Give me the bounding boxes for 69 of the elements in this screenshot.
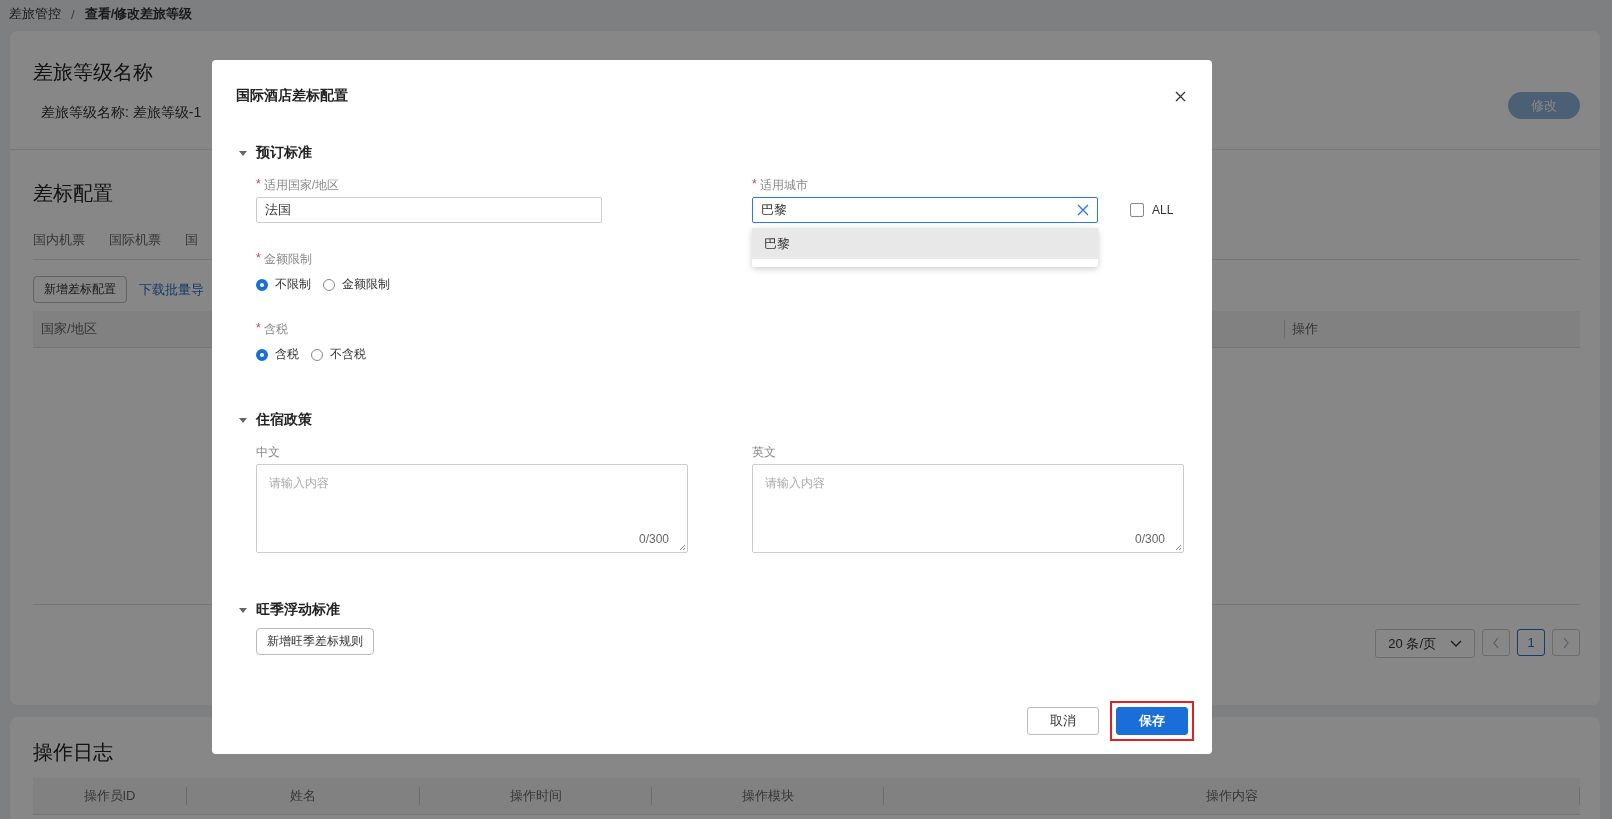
section-title: 差旅等级名称 <box>33 60 153 85</box>
required-mark: * <box>256 251 261 267</box>
radio-button[interactable] <box>256 278 268 291</box>
checkbox-label: ALL <box>1152 203 1174 217</box>
section-heading: 旺季浮动标准 <box>256 601 340 619</box>
import-link[interactable]: 下载批量导 <box>139 280 204 299</box>
field-label: 适用国家/地区 <box>263 177 339 194</box>
radio-button[interactable] <box>311 348 323 361</box>
city-field[interactable]: 巴黎 <box>752 197 1098 223</box>
dropdown-option[interactable]: 巴黎 <box>752 228 1098 259</box>
add-rule-button[interactable]: 新增旺季差标规则 <box>256 628 374 655</box>
field-label: 金额限制 <box>263 251 312 268</box>
required-mark: * <box>256 321 261 337</box>
column-header: 操作员ID <box>33 787 187 805</box>
resize-grip-icon[interactable] <box>679 544 686 551</box>
placeholder-text: 请输入内容 <box>269 476 329 490</box>
breadcrumb-item: 查看/修改差旅等级 <box>84 5 193 23</box>
page-button[interactable]: 1 <box>1517 629 1545 656</box>
country-field[interactable]: 法国 <box>256 197 602 223</box>
required-mark: * <box>752 177 757 193</box>
char-counter: 0/300 <box>638 532 669 546</box>
field-label: 英文 <box>752 444 776 461</box>
dialog-title: 国际酒店差标配置 <box>236 87 348 105</box>
section-title: 差标配置 <box>33 181 113 206</box>
column-header: 姓名 <box>187 787 420 805</box>
resize-grip-icon[interactable] <box>1175 544 1182 551</box>
column-header: 操作时间 <box>420 787 652 805</box>
tab[interactable]: 国际机票 <box>109 231 161 249</box>
add-config-button[interactable]: 新增差标配置 <box>33 276 127 303</box>
cancel-button[interactable]: 取消 <box>1027 707 1099 735</box>
field-label: 适用城市 <box>759 177 808 194</box>
breadcrumb-item[interactable]: 差旅管控 <box>9 5 61 23</box>
page-size-select[interactable]: 20 条/页 <box>1375 629 1475 658</box>
chevron-left-icon <box>1492 636 1500 649</box>
field-label: 含税 <box>263 321 288 338</box>
radio-label: 金额限制 <box>342 276 390 293</box>
level-name-text: 差旅等级名称: 差旅等级-1 <box>41 104 202 122</box>
column-header: 操作 <box>1284 320 1572 338</box>
text-area[interactable]: 请输入内容 0/300 <box>752 464 1184 553</box>
field-value: 巴黎 <box>761 201 787 219</box>
column-header: 操作内容 <box>884 787 1580 805</box>
char-counter: 0/300 <box>1134 532 1165 546</box>
tab[interactable]: 国内机票 <box>33 231 85 249</box>
tab[interactable]: 国 <box>185 231 198 249</box>
radio-button[interactable] <box>256 348 268 361</box>
radio-label: 含税 <box>275 346 299 363</box>
column-header: 操作模块 <box>652 787 884 805</box>
section-heading: 预订标准 <box>256 144 312 162</box>
chevron-down-icon <box>1450 639 1462 648</box>
clear-icon[interactable] <box>1077 204 1089 216</box>
caret-down-icon[interactable] <box>238 415 248 425</box>
field-label: 中文 <box>256 444 280 461</box>
section-title: 操作日志 <box>33 740 113 765</box>
close-icon[interactable] <box>1175 90 1186 102</box>
save-button[interactable]: 保存 <box>1116 707 1188 735</box>
all-checkbox[interactable] <box>1130 203 1144 217</box>
placeholder-text: 请输入内容 <box>765 476 825 490</box>
radio-label: 不含税 <box>330 346 366 363</box>
section-heading: 住宿政策 <box>256 411 312 429</box>
text-area[interactable]: 请输入内容 0/300 <box>256 464 688 553</box>
caret-down-icon[interactable] <box>238 148 248 158</box>
breadcrumb-separator: / <box>71 6 75 22</box>
caret-down-icon[interactable] <box>238 605 248 615</box>
column-header: 国家/地区 <box>41 320 97 338</box>
radio-label: 不限制 <box>275 276 311 293</box>
chevron-right-icon <box>1562 636 1570 649</box>
required-mark: * <box>256 177 261 193</box>
field-value: 法国 <box>265 201 291 219</box>
radio-button[interactable] <box>323 278 335 291</box>
